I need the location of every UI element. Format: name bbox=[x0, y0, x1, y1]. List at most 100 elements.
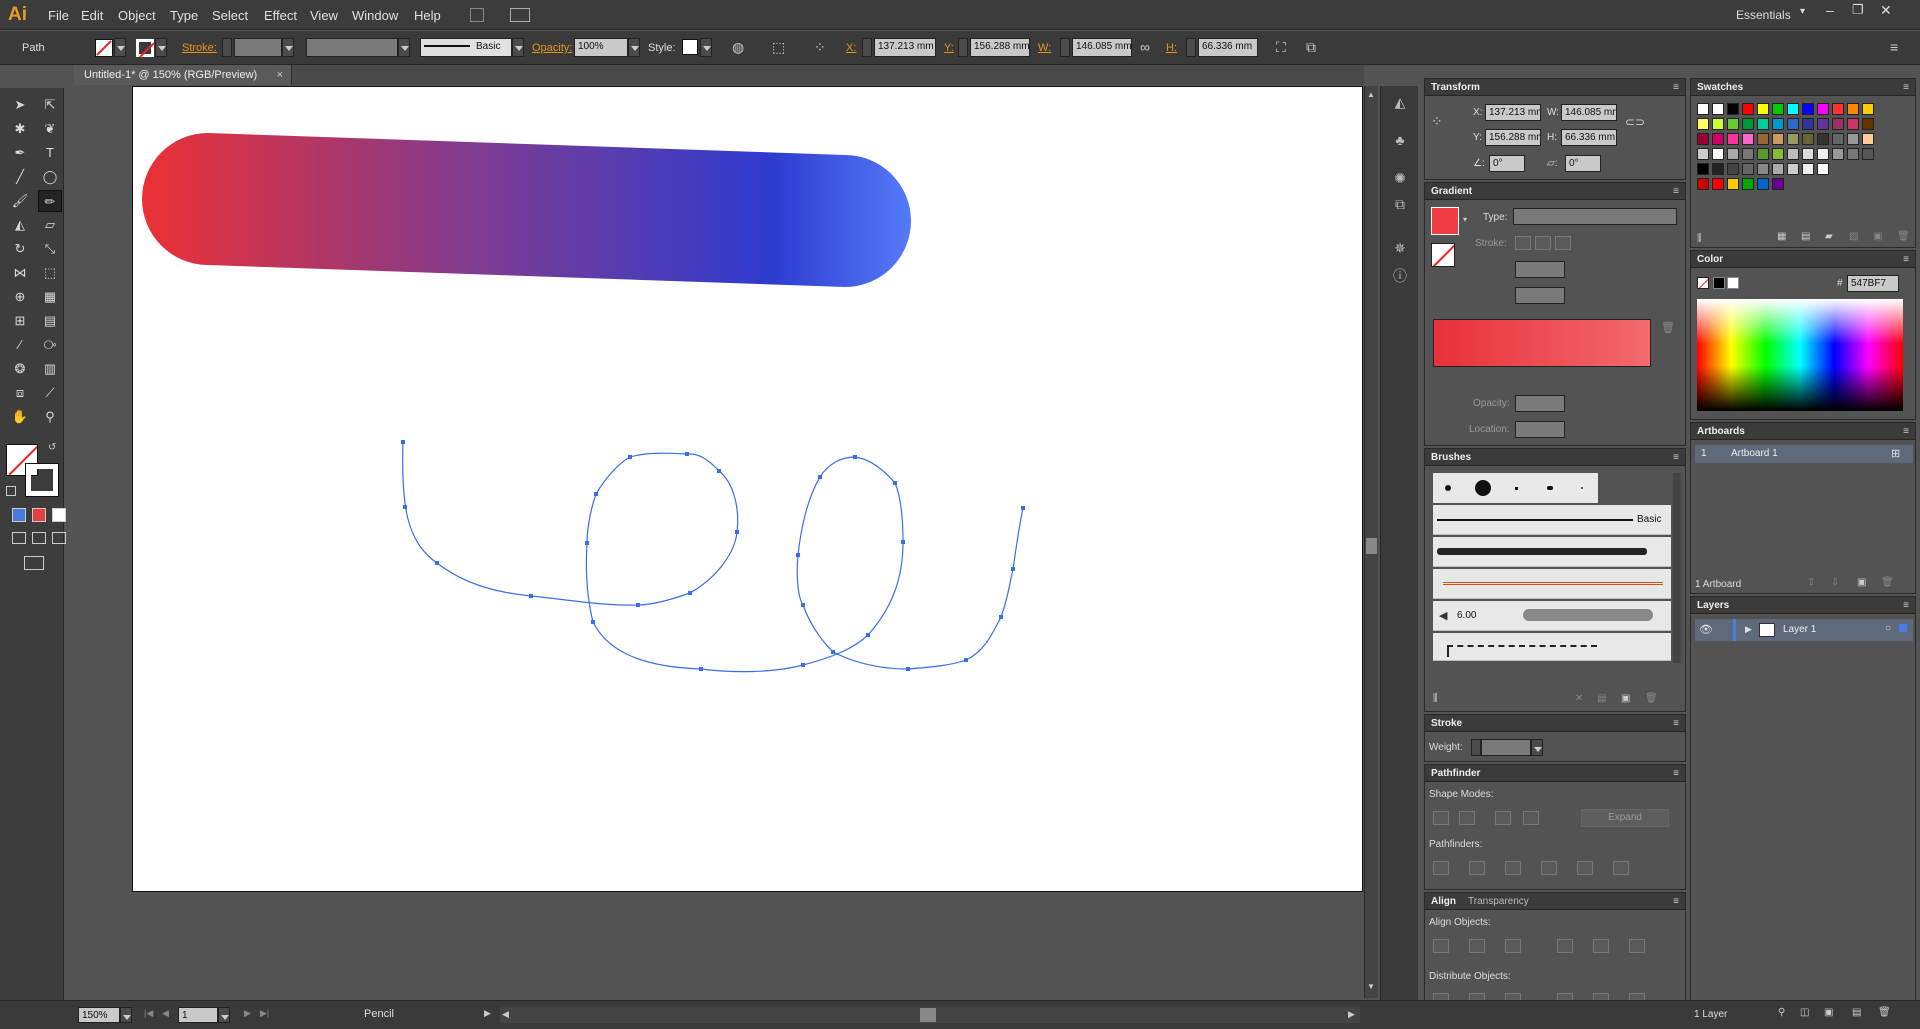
exclude-icon[interactable] bbox=[1523, 811, 1539, 825]
expand-button[interactable]: Expand bbox=[1581, 809, 1669, 827]
status-menu-icon[interactable]: ▶ bbox=[484, 1008, 491, 1019]
new-layer-icon[interactable]: ▤ bbox=[1852, 1007, 1861, 1018]
align-tab[interactable]: Align bbox=[1431, 896, 1456, 907]
anchor-point[interactable] bbox=[999, 615, 1003, 619]
info-icon[interactable]: ⓘ bbox=[1390, 266, 1410, 286]
crop-icon[interactable] bbox=[1541, 861, 1557, 875]
anchor-point[interactable] bbox=[717, 469, 721, 473]
anchor-point[interactable] bbox=[585, 541, 589, 545]
swatch-kinds-icon[interactable]: ▦ bbox=[1777, 231, 1786, 242]
anchor-point[interactable] bbox=[636, 603, 640, 607]
color-menu-icon[interactable]: ≡ bbox=[1903, 254, 1909, 265]
align-panel-header[interactable]: Align Transparency ≡ bbox=[1425, 893, 1685, 910]
artboard[interactable] bbox=[132, 86, 1363, 892]
gradient-preset-chevron-icon[interactable]: ▾ bbox=[1463, 215, 1467, 224]
scroll-up-icon[interactable]: ▲ bbox=[1367, 90, 1375, 99]
swatch[interactable] bbox=[1757, 118, 1769, 130]
artboard-tool-icon[interactable]: ⧈ bbox=[8, 382, 32, 404]
swatch-libraries-menu-icon[interactable]: ⫼ bbox=[1697, 233, 1702, 244]
swatch[interactable] bbox=[1697, 118, 1709, 130]
anchor-point[interactable] bbox=[831, 650, 835, 654]
align-bottom-icon[interactable] bbox=[1629, 939, 1645, 953]
edit-color-group-icon[interactable]: ▧ bbox=[1849, 231, 1858, 242]
swatch[interactable] bbox=[1862, 103, 1874, 115]
swatch[interactable] bbox=[1787, 163, 1799, 175]
swatch[interactable] bbox=[1847, 133, 1859, 145]
swatch[interactable] bbox=[1697, 148, 1709, 160]
color-mode-icon[interactable] bbox=[12, 508, 26, 522]
mesh-tool-icon[interactable]: ⊞ bbox=[8, 310, 32, 332]
anchor-point[interactable] bbox=[594, 492, 598, 496]
swatch[interactable] bbox=[1802, 163, 1814, 175]
symbols-icon[interactable]: ♣ bbox=[1390, 132, 1410, 152]
swatch[interactable] bbox=[1787, 118, 1799, 130]
locate-object-icon[interactable]: ⚲ bbox=[1778, 1007, 1785, 1018]
gradient-aspect-field[interactable] bbox=[1515, 287, 1565, 304]
zoom-field[interactable]: 150% bbox=[78, 1007, 120, 1023]
menu-object[interactable]: Object bbox=[118, 8, 156, 23]
direct-selection-tool-icon[interactable]: ⇱ bbox=[38, 94, 62, 116]
menu-view[interactable]: View bbox=[310, 8, 338, 23]
intersect-icon[interactable] bbox=[1495, 811, 1511, 825]
anchor-point[interactable] bbox=[435, 561, 439, 565]
brush-basic[interactable]: Basic bbox=[1433, 505, 1671, 535]
swatch[interactable] bbox=[1697, 163, 1709, 175]
anchor-point[interactable] bbox=[801, 603, 805, 607]
swatch[interactable] bbox=[1772, 178, 1784, 190]
move-down-icon[interactable]: ⇩ bbox=[1831, 577, 1839, 588]
bridge-icon[interactable] bbox=[470, 8, 484, 22]
h-spinner[interactable] bbox=[1186, 38, 1196, 57]
new-artboard-icon[interactable]: ▣ bbox=[1857, 577, 1866, 588]
new-swatch-icon[interactable]: ▣ bbox=[1873, 231, 1882, 242]
gradient-stroke-shape[interactable] bbox=[142, 133, 911, 287]
swatch[interactable] bbox=[1712, 163, 1724, 175]
gradient-stroke-within-icon[interactable] bbox=[1515, 236, 1531, 250]
document-tab-close-icon[interactable]: × bbox=[277, 69, 283, 81]
gradient-mode-icon[interactable] bbox=[32, 508, 46, 522]
move-up-icon[interactable]: ⇧ bbox=[1807, 577, 1815, 588]
minimize-icon[interactable]: – bbox=[1826, 2, 1834, 18]
trim-icon[interactable] bbox=[1469, 861, 1485, 875]
anchor-point[interactable] bbox=[1021, 506, 1025, 510]
swatch[interactable] bbox=[1712, 148, 1724, 160]
anchor-point[interactable] bbox=[866, 633, 870, 637]
swatch[interactable] bbox=[1832, 103, 1844, 115]
anchor-point[interactable] bbox=[901, 540, 905, 544]
shape-builder-tool-icon[interactable]: ⊕ bbox=[8, 286, 32, 308]
swatches-menu-icon[interactable]: ≡ bbox=[1903, 82, 1909, 93]
anchor-point[interactable] bbox=[801, 663, 805, 667]
swatch[interactable] bbox=[1817, 118, 1829, 130]
stroke-panel-header[interactable]: Stroke ≡ bbox=[1425, 715, 1685, 732]
anchor-point[interactable] bbox=[853, 455, 857, 459]
previous-artboard-icon[interactable]: ◀ bbox=[162, 1008, 169, 1019]
recolor-artwork-icon[interactable]: ◍ bbox=[732, 39, 744, 56]
restore-icon[interactable]: ❐ bbox=[1852, 2, 1864, 18]
brush-libraries-menu-icon[interactable]: ⫼ bbox=[1433, 693, 1438, 704]
appearance-icon[interactable]: ◭ bbox=[1390, 94, 1410, 114]
weight-field[interactable] bbox=[1481, 739, 1531, 756]
free-transform-tool-icon[interactable]: ⬚ bbox=[38, 262, 62, 284]
menu-edit[interactable]: Edit bbox=[81, 8, 103, 23]
anchor-point[interactable] bbox=[688, 591, 692, 595]
new-brush-icon[interactable]: ▣ bbox=[1621, 693, 1630, 704]
graphic-style-swatch[interactable] bbox=[682, 39, 698, 55]
swatches-panel-header[interactable]: Swatches ≡ bbox=[1691, 79, 1915, 96]
swatch[interactable] bbox=[1772, 148, 1784, 160]
swatch[interactable] bbox=[1802, 118, 1814, 130]
gradient-fill-preview[interactable] bbox=[1431, 207, 1459, 235]
reference-point-icon[interactable]: ⁘ bbox=[814, 39, 826, 56]
draw-inside-icon[interactable] bbox=[52, 532, 66, 544]
h-field[interactable]: 66.336 mm bbox=[1198, 38, 1258, 57]
menu-window[interactable]: Window bbox=[352, 8, 398, 23]
anchor-point[interactable] bbox=[735, 530, 739, 534]
next-artboard-icon[interactable]: ▶ bbox=[244, 1008, 251, 1019]
target-icon[interactable]: ○ bbox=[1885, 623, 1891, 634]
stroke-swatch[interactable] bbox=[136, 39, 154, 57]
fill-dropdown[interactable] bbox=[114, 38, 126, 57]
paintbrush-tool-icon[interactable]: 🖌 bbox=[8, 190, 32, 212]
stroke-dropdown[interactable] bbox=[155, 38, 167, 57]
y-label[interactable]: Y: bbox=[944, 42, 954, 54]
stroke-color-box[interactable] bbox=[25, 463, 59, 497]
artboard-options-icon[interactable]: ⊞ bbox=[1891, 447, 1900, 460]
x-label[interactable]: X: bbox=[846, 42, 856, 54]
